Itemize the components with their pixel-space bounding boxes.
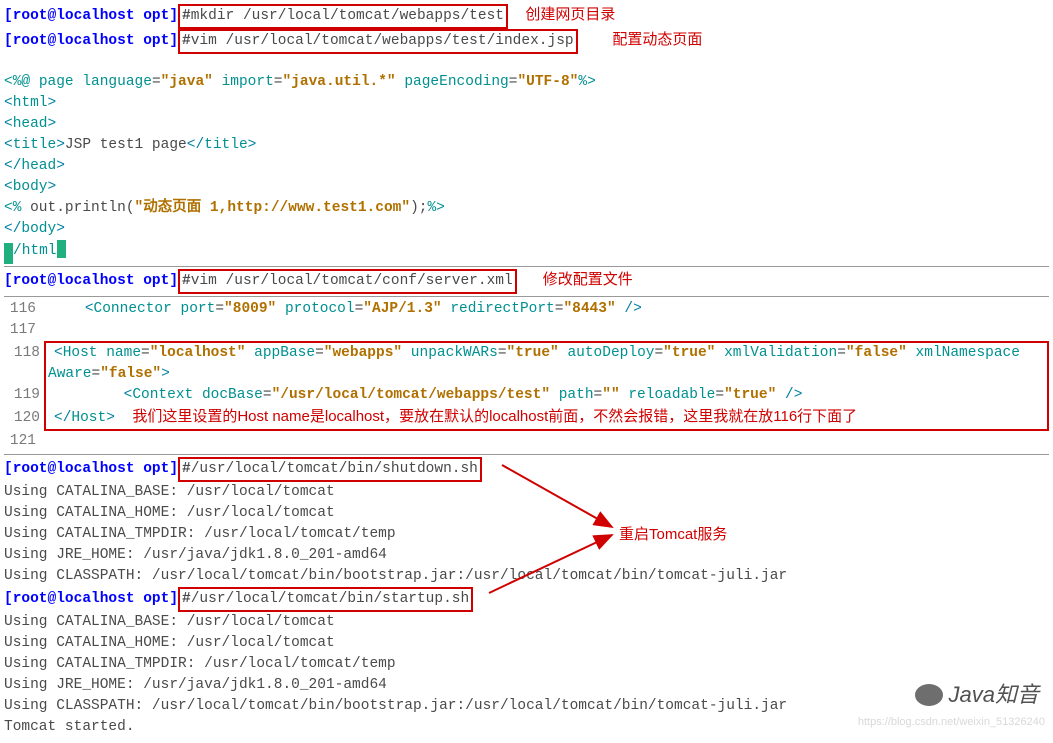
- annotation-host-note: 我们这里设置的Host name是localhost，要放在默认的localho…: [132, 408, 857, 425]
- env-output: Using CLASSPATH: /usr/local/tomcat/bin/b…: [4, 566, 1049, 587]
- command-line-1: [root@localhost opt]#mkdir /usr/local/to…: [4, 4, 1049, 29]
- restart-block: [root@localhost opt]#/usr/local/tomcat/b…: [4, 454, 1049, 612]
- env-output: Using JRE_HOME: /usr/java/jdk1.8.0_201-a…: [4, 675, 1049, 696]
- command-box: #mkdir /usr/local/tomcat/webapps/test: [178, 4, 508, 29]
- prompt: [root@localhost opt]: [4, 591, 178, 607]
- command-box: #vim /usr/local/tomcat/conf/server.xml: [178, 269, 517, 294]
- prompt: [root@localhost opt]: [4, 33, 178, 49]
- cursor-block: [57, 240, 66, 258]
- annotation-restart: 重启Tomcat服务: [619, 524, 727, 546]
- command-box: #/usr/local/tomcat/bin/shutdown.sh: [178, 457, 482, 482]
- prompt: [root@localhost opt]: [4, 8, 178, 24]
- command-line-3: [root@localhost opt]#vim /usr/local/tomc…: [4, 266, 1049, 294]
- annotation-index-jsp: 配置动态页面: [612, 29, 702, 51]
- command-line-2: [root@localhost opt]#vim /usr/local/tomc…: [4, 29, 1049, 54]
- prompt: [root@localhost opt]: [4, 461, 178, 477]
- env-output: Using CATALINA_TMPDIR: /usr/local/tomcat…: [4, 654, 1049, 675]
- env-output: Using CATALINA_BASE: /usr/local/tomcat: [4, 612, 1049, 633]
- command-box: #vim /usr/local/tomcat/webapps/test/inde…: [178, 29, 578, 54]
- env-output: Using CATALINA_HOME: /usr/local/tomcat: [4, 633, 1049, 654]
- xml-host-box: 118<Host name="localhost" appBase="webap…: [44, 341, 1049, 431]
- command-box: #/usr/local/tomcat/bin/startup.sh: [178, 587, 473, 612]
- watermark-url: https://blog.csdn.net/weixin_51326240: [858, 715, 1045, 731]
- watermark-wechat: Java知音: [915, 679, 1039, 711]
- jsp-code-block: <%@ page language="java" import="java.ut…: [4, 72, 1049, 264]
- env-output: Using JRE_HOME: /usr/java/jdk1.8.0_201-a…: [4, 545, 1049, 566]
- xml-code-block: 116 <Connector port="8009" protocol="AJP…: [4, 296, 1049, 452]
- cursor-block: [4, 243, 13, 264]
- annotation-create-dir: 创建网页目录: [525, 4, 615, 26]
- command-line-4: [root@localhost opt]#/usr/local/tomcat/b…: [4, 457, 1049, 482]
- env-output: Using CATALINA_HOME: /usr/local/tomcat: [4, 503, 1049, 524]
- annotation-server-xml: 修改配置文件: [543, 269, 633, 291]
- command-line-5: [root@localhost opt]#/usr/local/tomcat/b…: [4, 587, 1049, 612]
- prompt: [root@localhost opt]: [4, 273, 178, 289]
- env-output: Using CATALINA_TMPDIR: /usr/local/tomcat…: [4, 524, 1049, 545]
- env-output: Using CATALINA_BASE: /usr/local/tomcat: [4, 482, 1049, 503]
